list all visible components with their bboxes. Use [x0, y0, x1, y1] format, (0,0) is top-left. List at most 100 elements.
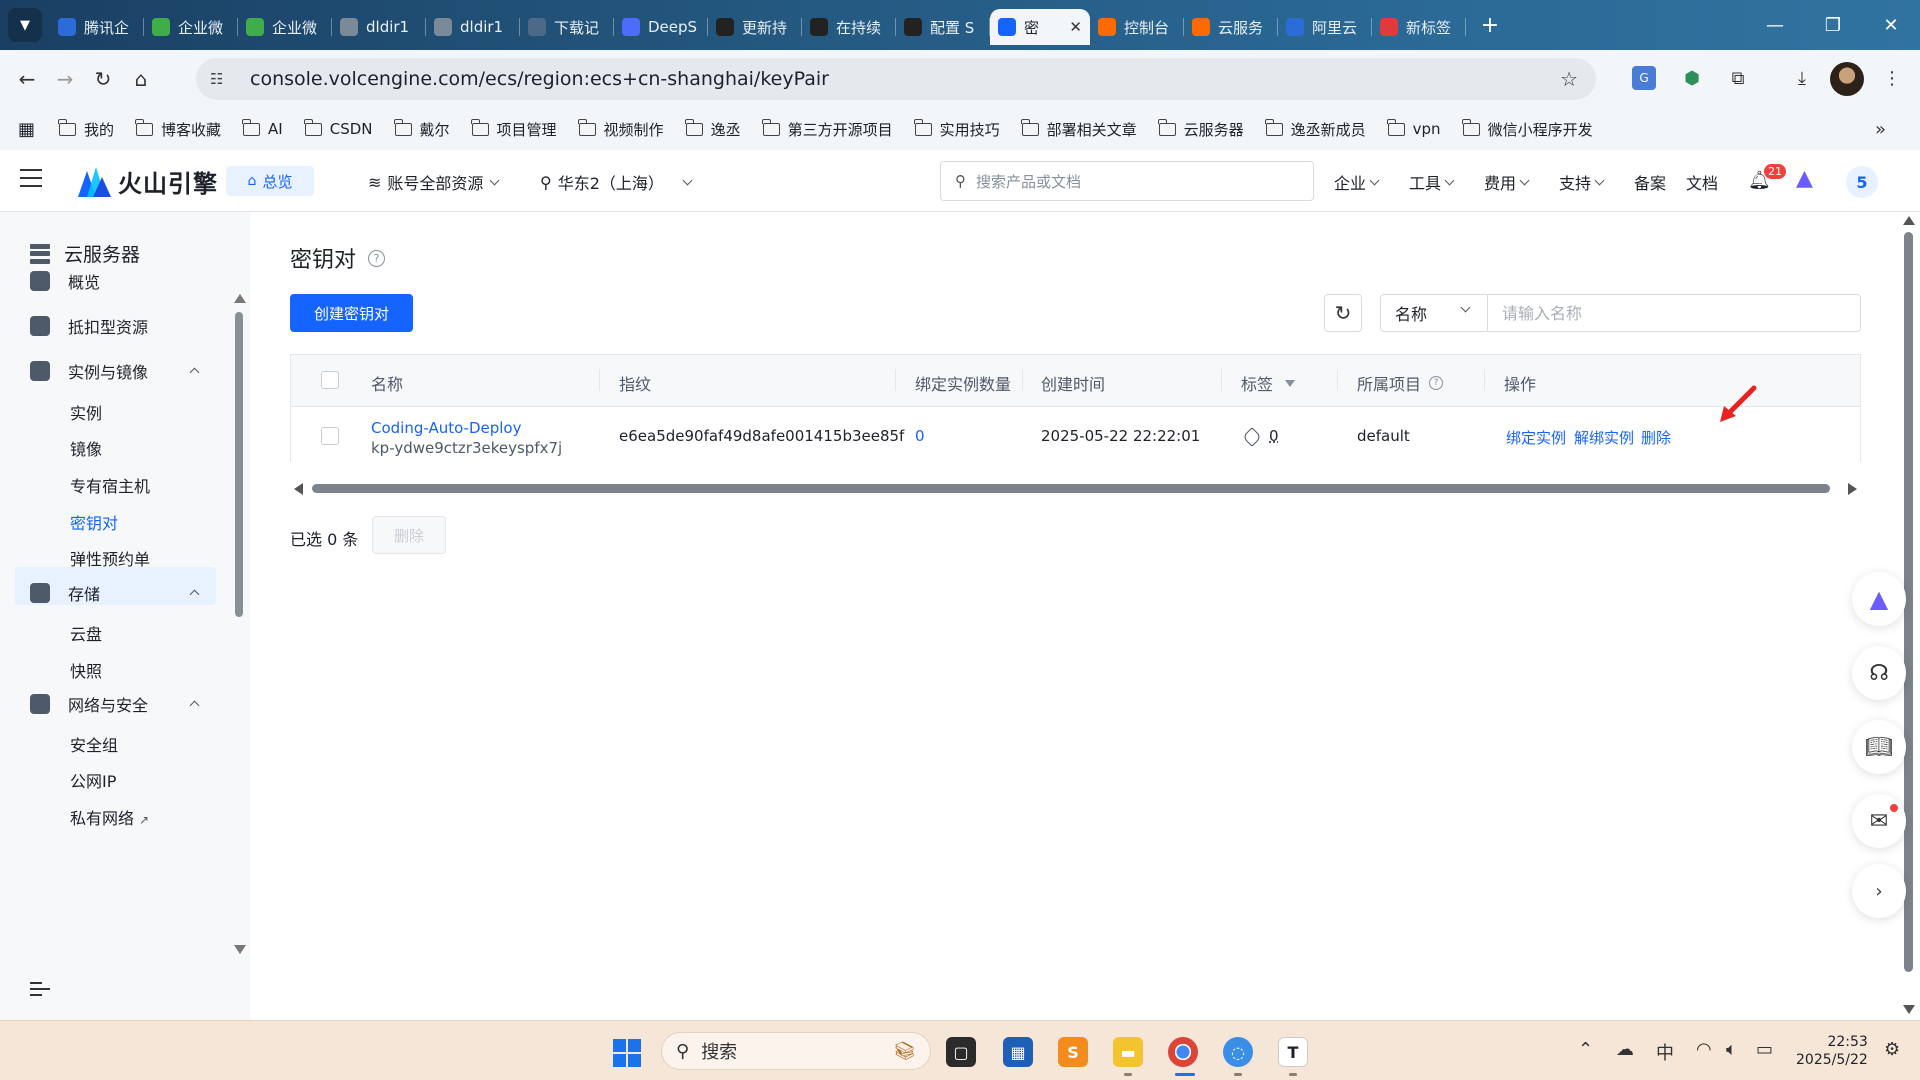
menu-hamburger-icon[interactable] [20, 169, 42, 187]
battery-icon[interactable]: ▭ [1756, 1039, 1773, 1060]
help-question-icon[interactable]: ? [368, 249, 386, 267]
sidebar-subitem[interactable]: 公网IP [70, 768, 116, 792]
browser-tab[interactable]: 配置 S [896, 9, 990, 45]
home-icon[interactable]: ⌂ [122, 67, 160, 91]
filter-funnel-icon[interactable] [1285, 379, 1296, 387]
scroll-left-arrow-icon[interactable] [294, 483, 303, 495]
tab-close-icon[interactable]: ✕ [1069, 18, 1082, 36]
keypair-name-link[interactable]: Coding-Auto-Deploy [371, 419, 522, 437]
scroll-up-arrow-icon[interactable] [234, 294, 246, 303]
scrollbar-thumb[interactable] [312, 484, 1830, 493]
page-scroll-up-icon[interactable] [1903, 216, 1915, 225]
minimize-icon[interactable]: — [1746, 15, 1804, 36]
select-all-checkbox[interactable] [321, 371, 339, 389]
download-icon[interactable]: ⤓ [1786, 62, 1818, 94]
bookmark-folder[interactable]: 逸丞 [684, 118, 741, 140]
translate-extension-icon[interactable]: G [1632, 66, 1656, 90]
chevron-up-icon[interactable] [189, 700, 200, 711]
tags-cell[interactable]: 0 [1242, 426, 1279, 447]
user-avatar[interactable]: 5 [1846, 166, 1878, 198]
refresh-icon[interactable]: ↻ [1324, 294, 1362, 332]
browser-tab[interactable]: 密 ✕ [990, 9, 1090, 45]
sidebar-subitem[interactable]: 镜像 [70, 436, 102, 460]
customer-service-icon[interactable]: ☊ [1852, 646, 1906, 700]
bookmark-star-icon[interactable]: ☆ [1560, 67, 1578, 91]
bookmark-folder[interactable]: 实用技巧 [913, 118, 1000, 140]
menu-support[interactable]: 支持 [1559, 170, 1605, 194]
browser-tab[interactable]: 控制台 [1090, 9, 1184, 45]
bookmark-folder[interactable]: 微信小程序开发 [1461, 118, 1593, 140]
page-scroll-down-icon[interactable] [1903, 1005, 1915, 1014]
back-icon[interactable]: ← [8, 67, 46, 91]
account-scope-dropdown[interactable]: ≋ 账号全部资源 [368, 170, 500, 194]
ai-assistant-float-icon[interactable]: ▲ [1852, 572, 1906, 626]
sidebar-group[interactable]: 存储 [30, 574, 216, 612]
menu-enterprise[interactable]: 企业 [1334, 170, 1380, 194]
region-dropdown[interactable]: ⚲ 华东2（上海） [540, 170, 693, 194]
profile-avatar[interactable] [1830, 62, 1864, 96]
bind-instance-link[interactable]: 绑定实例 [1506, 427, 1566, 448]
ime-indicator[interactable]: 中 [1656, 1039, 1674, 1065]
unbind-instance-link[interactable]: 解绑实例 [1574, 427, 1634, 448]
apps-grid-icon[interactable]: ▦ [18, 119, 35, 140]
browser-tab[interactable]: 更新持 [708, 9, 802, 45]
chevron-right-icon[interactable]: › [1852, 864, 1906, 918]
reload-icon[interactable]: ↻ [84, 67, 122, 91]
scroll-right-arrow-icon[interactable] [1848, 483, 1857, 495]
bookmark-folder[interactable]: 我的 [58, 118, 114, 140]
browser-menu-icon[interactable]: ⋮ [1876, 62, 1908, 94]
sidebar-item[interactable]: 抵扣型资源 [30, 307, 216, 345]
bookmark-folder[interactable]: CSDN [304, 118, 373, 140]
sidebar-item[interactable]: 概览 [30, 262, 216, 300]
browser-tab[interactable]: dldir1 [332, 9, 426, 45]
restore-icon[interactable]: ❐ [1804, 15, 1862, 36]
forward-icon[interactable]: → [46, 67, 84, 91]
feedback-message-icon[interactable]: ✉ [1852, 794, 1906, 848]
file-explorer-icon[interactable]: ▬ [1113, 1037, 1143, 1067]
volume-icon[interactable]: 🔈︎ [1726, 1039, 1737, 1060]
browser-tab[interactable]: 企业微 [238, 9, 332, 45]
notification-center-icon[interactable]: ⚙ [1884, 1039, 1900, 1060]
sidebar-subitem[interactable]: 安全组 [70, 732, 118, 756]
sidebar-group[interactable]: 实例与镜像 [30, 352, 216, 390]
instance-count-link[interactable]: 0 [915, 427, 925, 445]
link-docs[interactable]: 文档 [1686, 170, 1718, 194]
docs-book-icon[interactable]: 📖︎ [1852, 720, 1906, 774]
scroll-down-arrow-icon[interactable] [234, 945, 246, 954]
table-horizontal-scrollbar[interactable] [290, 479, 1861, 497]
chat-app-icon[interactable]: ◌ [1223, 1037, 1253, 1067]
sidebar-subitem[interactable]: 私有网络 ↗ [70, 805, 149, 829]
sidebar-subitem[interactable]: 云盘 [70, 621, 102, 645]
onedrive-icon[interactable]: ☁ [1616, 1039, 1634, 1060]
bookmark-folder[interactable]: 戴尔 [393, 118, 450, 140]
bookmark-folder[interactable]: AI [242, 118, 283, 140]
batch-delete-button[interactable]: 删除 [372, 516, 446, 554]
browser-tab[interactable]: 腾讯企 [50, 9, 144, 45]
tray-chevron-up-icon[interactable]: ⌃ [1578, 1039, 1593, 1060]
store-icon[interactable]: ▦ [1003, 1037, 1033, 1067]
sidebar-subitem[interactable]: 快照 [70, 658, 102, 682]
extensions-puzzle-icon[interactable]: ⧉ [1722, 62, 1754, 94]
bookmark-folder[interactable]: vpn [1387, 118, 1441, 140]
browser-tab[interactable]: 阿里云 [1278, 9, 1372, 45]
vpn-extension-icon[interactable]: ⬢ [1676, 62, 1708, 94]
name-search-input[interactable] [1487, 294, 1861, 332]
sublime-text-icon[interactable]: S [1058, 1037, 1088, 1067]
bookmark-folder[interactable]: 逸丞新成员 [1265, 118, 1366, 140]
close-window-icon[interactable]: ✕ [1862, 15, 1920, 36]
browser-tab[interactable]: 云服务 [1184, 9, 1278, 45]
bookmark-folder[interactable]: 云服务器 [1158, 118, 1244, 140]
menu-billing[interactable]: 费用 [1484, 170, 1530, 194]
task-view-icon[interactable]: ▢ [946, 1037, 976, 1067]
taskbar-search[interactable]: ⚲ 搜索 📚︎ [661, 1032, 931, 1070]
new-tab-button[interactable]: + [1476, 13, 1504, 38]
chrome-icon[interactable] [1168, 1037, 1198, 1067]
menu-tools[interactable]: 工具 [1409, 170, 1455, 194]
more-bookmarks-icon[interactable]: » [1875, 119, 1886, 140]
typora-icon[interactable]: T [1278, 1037, 1308, 1067]
link-icp-filing[interactable]: 备案 [1634, 170, 1666, 194]
create-keypair-button[interactable]: 创建密钥对 [290, 294, 413, 332]
sidebar-subitem[interactable]: 密钥对 [70, 510, 118, 534]
bookmark-folder[interactable]: 视频制作 [577, 118, 664, 140]
sidebar-subitem[interactable]: 专有宿主机 [70, 473, 150, 497]
